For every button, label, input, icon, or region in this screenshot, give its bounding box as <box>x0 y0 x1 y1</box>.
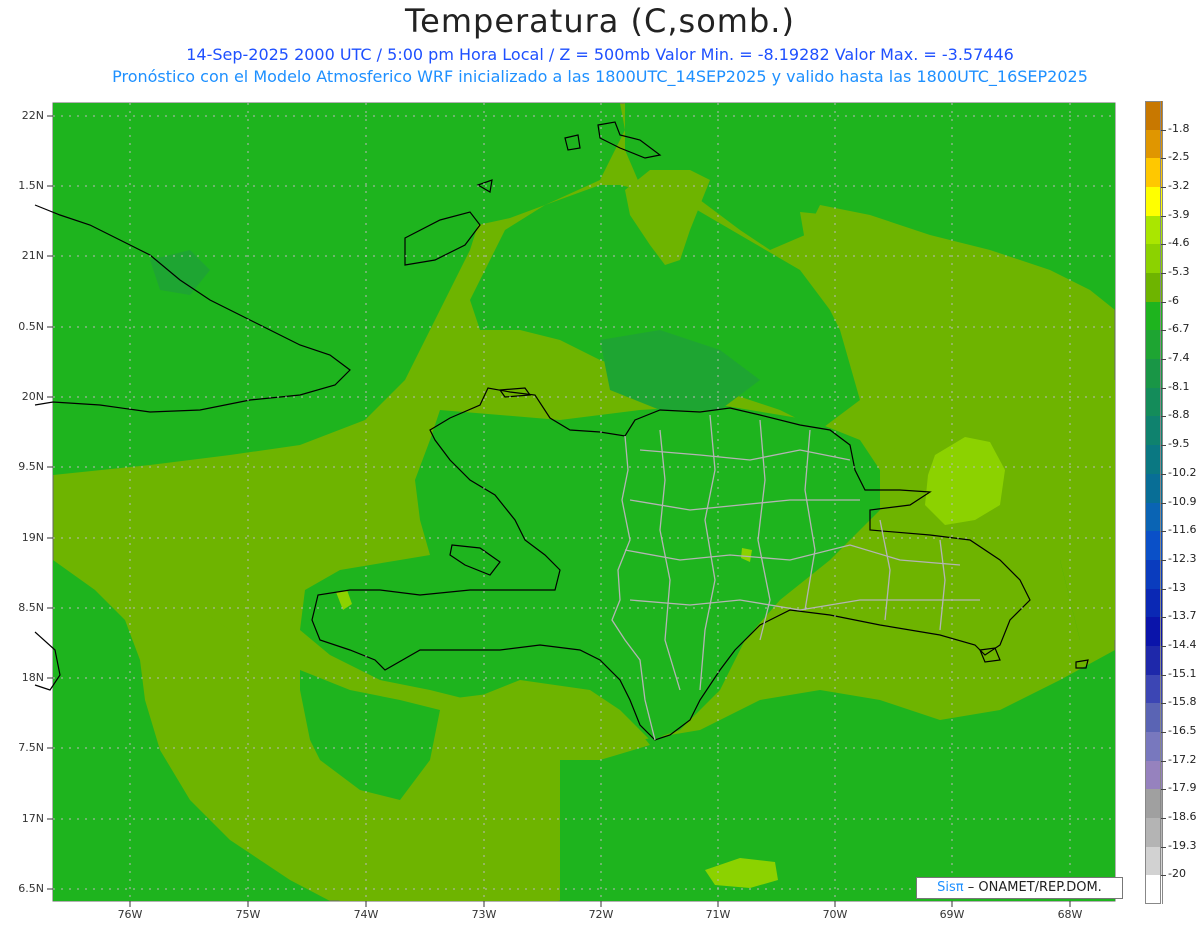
colorbar-tick <box>1161 645 1166 647</box>
colorbar-label: -9.5 <box>1168 437 1190 451</box>
colorbar-label: -8.8 <box>1168 408 1190 422</box>
colorbar-tick <box>1161 817 1166 819</box>
colorbar-label: -10.9 <box>1168 494 1197 508</box>
colorbar-tick <box>1161 244 1166 246</box>
colorbar-tick <box>1161 330 1166 332</box>
colorbar-tick <box>1161 731 1166 733</box>
colorbar-tick <box>1161 588 1166 590</box>
colorbar-label: -6 <box>1168 293 1179 307</box>
lat-label: 6.5N <box>18 882 44 895</box>
credit-box: Sisπ – ONAMET/REP.DOM. <box>916 877 1123 899</box>
colorbar-label: -17.2 <box>1168 752 1197 766</box>
lat-label: 1.5N <box>18 179 44 192</box>
colorbar-label: -12.3 <box>1168 551 1197 565</box>
colorbar-tick <box>1161 473 1166 475</box>
colorbar-label: -3.9 <box>1168 207 1190 221</box>
lon-label: 74W <box>353 908 379 921</box>
lat-label: 21N <box>21 249 44 262</box>
colorbar-tick <box>1161 301 1166 303</box>
colorbar-tick <box>1161 531 1166 533</box>
colorbar-tick <box>1161 502 1166 504</box>
colorbar-tick <box>1161 617 1166 619</box>
lon-label: 70W <box>822 908 848 921</box>
colorbar-label: -13.7 <box>1168 609 1197 623</box>
colorbar-label: -1.8 <box>1168 121 1190 135</box>
colorbar-label: -3.2 <box>1168 179 1190 193</box>
colorbar-frame <box>1145 101 1161 904</box>
lat-label: 7.5N <box>18 741 44 754</box>
colorbar-tick <box>1161 559 1166 561</box>
colorbar-label: -5.3 <box>1168 265 1190 279</box>
colorbar-label: -19.3 <box>1168 838 1197 852</box>
colorbar-tick <box>1161 387 1166 389</box>
colorbar-tick <box>1161 129 1166 131</box>
colorbar-label: -17.9 <box>1168 781 1197 795</box>
colorbar-label: -2.5 <box>1168 150 1190 164</box>
colorbar-tick <box>1161 359 1166 361</box>
colorbar-label: -15.8 <box>1168 695 1197 709</box>
credit-text: – ONAMET/REP.DOM. <box>967 880 1102 895</box>
temperature-map <box>34 102 1116 907</box>
colorbar-label: -8.1 <box>1168 379 1190 393</box>
colorbar-label: -13 <box>1168 580 1186 594</box>
colorbar-tick <box>1161 674 1166 676</box>
colorbar-tick <box>1161 789 1166 791</box>
lon-label: 73W <box>471 908 497 921</box>
colorbar-tick <box>1161 445 1166 447</box>
colorbar-label: -20 <box>1168 867 1186 881</box>
lat-label: 18N <box>21 671 44 684</box>
colorbar-label: -10.2 <box>1168 465 1197 479</box>
credit-logo: Sisπ <box>937 880 964 895</box>
colorbar-label: -16.5 <box>1168 723 1197 737</box>
colorbar-tick <box>1161 846 1166 848</box>
colorbar-label: -15.1 <box>1168 666 1197 680</box>
colorbar-label: -11.6 <box>1168 523 1197 537</box>
lon-label: 75W <box>235 908 261 921</box>
lat-label: 9.5N <box>18 460 44 473</box>
lon-label: 69W <box>939 908 965 921</box>
colorbar-tick <box>1161 158 1166 160</box>
lat-label: 19N <box>21 531 44 544</box>
colorbar-tick <box>1161 703 1166 705</box>
colorbar-label: -18.6 <box>1168 809 1197 823</box>
colorbar-tick <box>1161 416 1166 418</box>
colorbar-label: -7.4 <box>1168 351 1190 365</box>
colorbar-tick <box>1161 215 1166 217</box>
colorbar-tick <box>1161 875 1166 877</box>
lat-label: 8.5N <box>18 601 44 614</box>
lat-label: 22N <box>21 109 44 122</box>
colorbar-label: -4.6 <box>1168 236 1190 250</box>
colorbar-tick <box>1161 760 1166 762</box>
lon-label: 68W <box>1057 908 1083 921</box>
lat-label: 17N <box>21 812 44 825</box>
lat-label: 20N <box>21 390 44 403</box>
colorbar-label: -6.7 <box>1168 322 1190 336</box>
colorbar-tick <box>1161 273 1166 275</box>
lon-label: 71W <box>705 908 731 921</box>
lon-label: 76W <box>117 908 143 921</box>
colorbar-label: -14.4 <box>1168 637 1197 651</box>
lon-label: 72W <box>588 908 614 921</box>
colorbar-tick <box>1161 187 1166 189</box>
lat-label: 0.5N <box>18 320 44 333</box>
